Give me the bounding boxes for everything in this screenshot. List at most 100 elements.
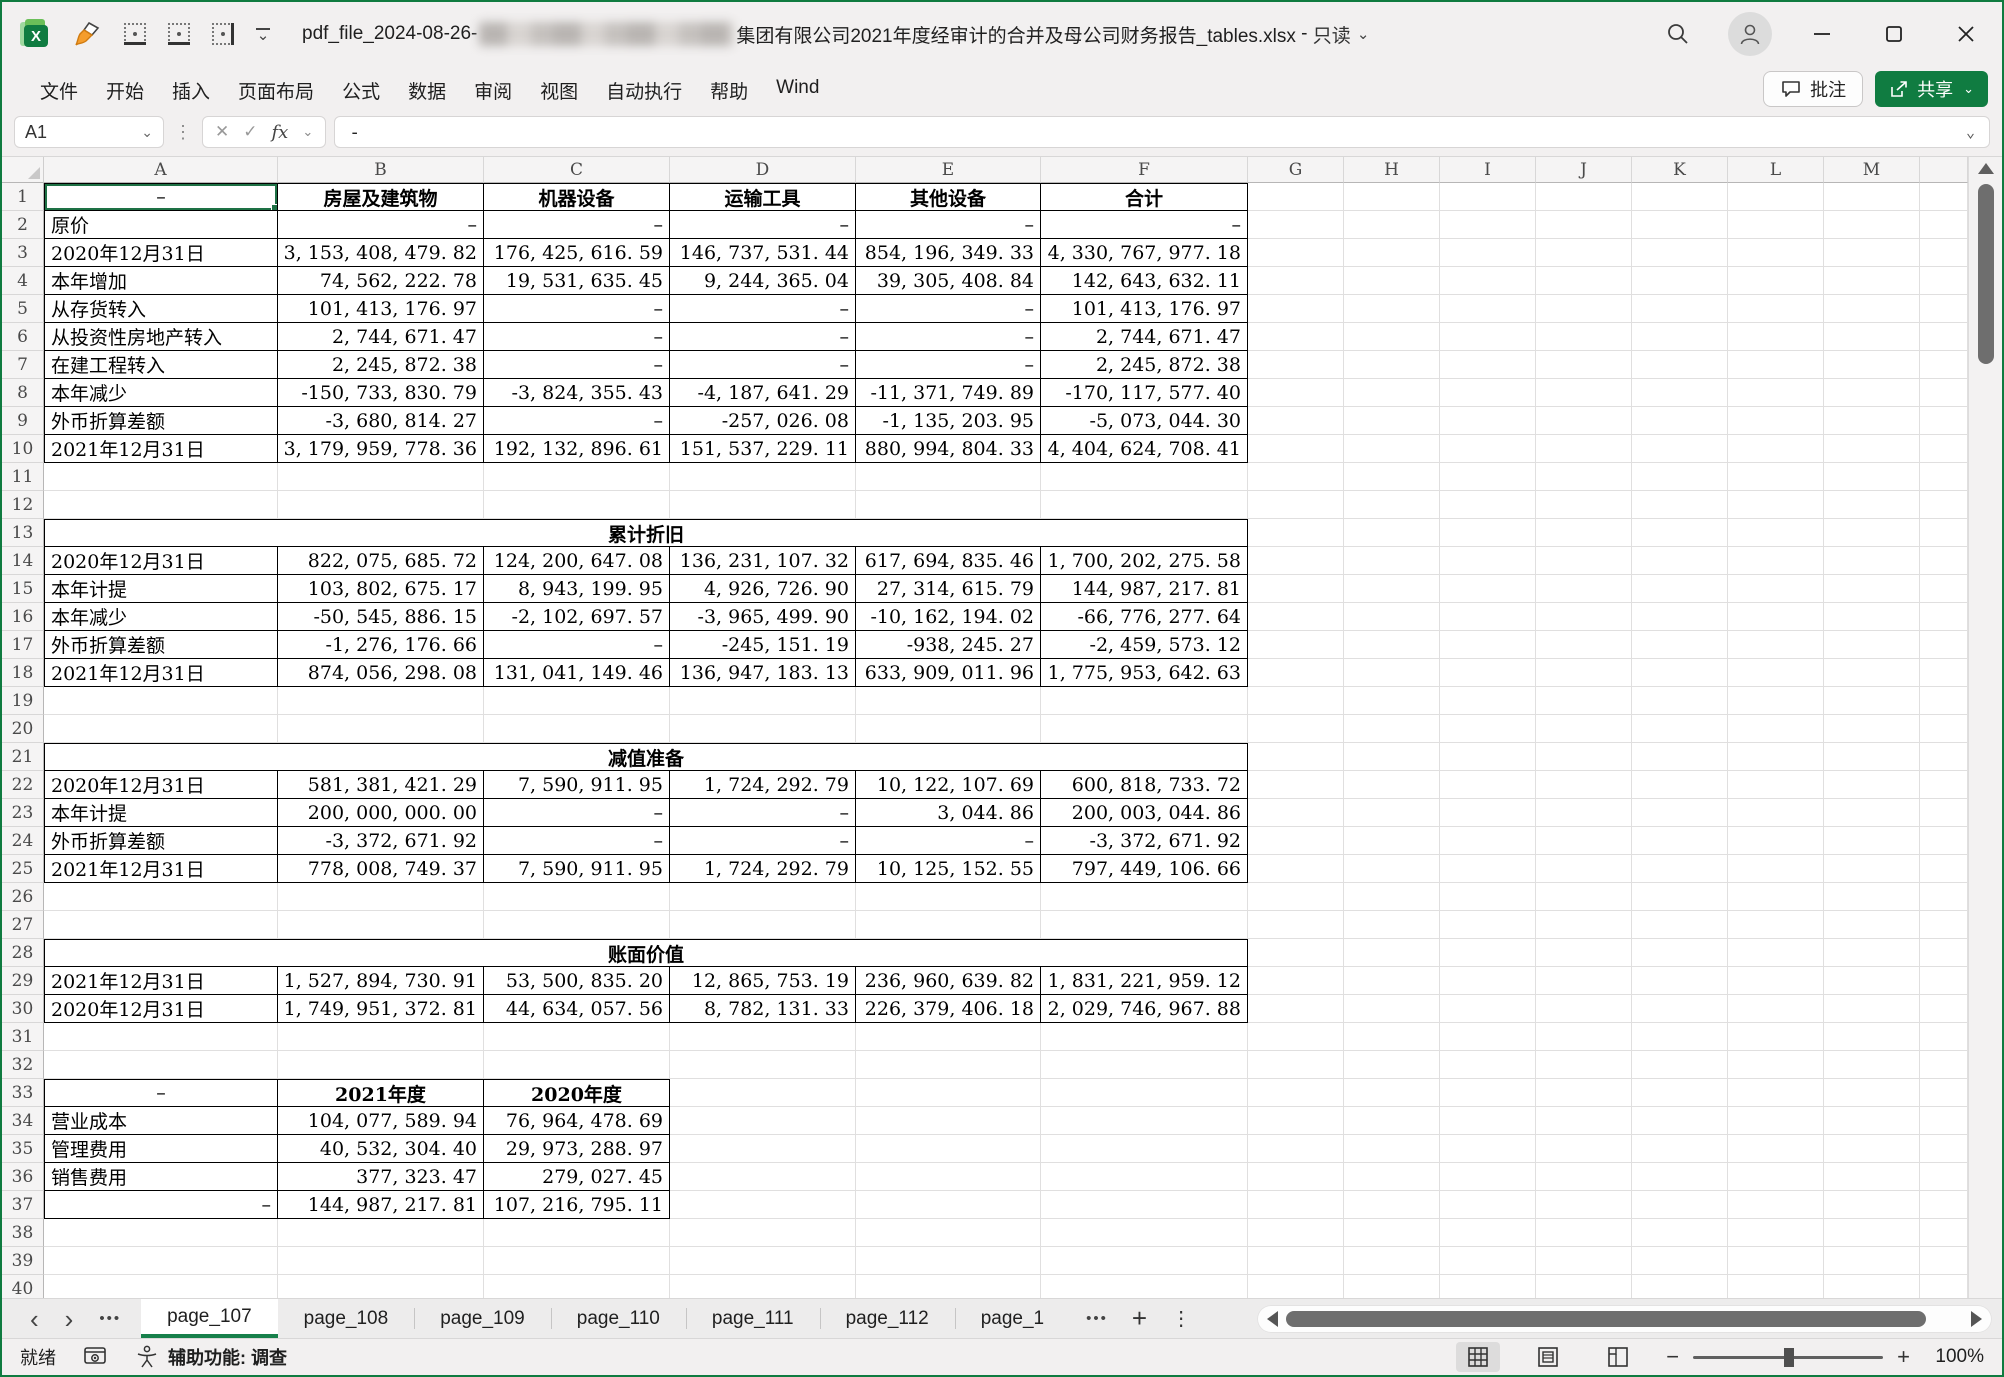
row-header-25[interactable]: 25 [2,855,44,883]
cell-L18[interactable] [1728,659,1824,687]
cell-G8[interactable] [1248,379,1344,407]
cell-K20[interactable] [1632,715,1728,743]
cell-K32[interactable] [1632,1051,1728,1079]
cell-L27[interactable] [1728,911,1824,939]
cell-L8[interactable] [1728,379,1824,407]
row-header-37[interactable]: 37 [2,1191,44,1219]
function-chevron-icon[interactable]: ⌄ [302,124,313,140]
cell-G32[interactable] [1248,1051,1344,1079]
cell-J24[interactable] [1536,827,1632,855]
cell-M26[interactable] [1824,883,1920,911]
cell-F31[interactable] [1041,1023,1248,1051]
cell-B10[interactable]: 3, 179, 959, 778. 36 [278,435,484,463]
cell-M8[interactable] [1824,379,1920,407]
cell-A26[interactable] [44,883,278,911]
cell-D30[interactable]: 8, 782, 131. 33 [670,995,856,1023]
cell-M14[interactable] [1824,547,1920,575]
cell-M12[interactable] [1824,491,1920,519]
cell-L3[interactable] [1728,239,1824,267]
tab-page_108[interactable]: page_108 [278,1299,415,1338]
cell-B17[interactable]: -1, 276, 176. 66 [278,631,484,659]
cell-D37[interactable] [670,1191,856,1219]
cell-F2[interactable]: – [1041,211,1248,239]
cell-H24[interactable] [1344,827,1440,855]
cell-H5[interactable] [1344,295,1440,323]
cell-E17[interactable]: -938, 245. 27 [856,631,1041,659]
share-button[interactable]: 共享 ⌄ [1875,71,1988,107]
cell-M25[interactable] [1824,855,1920,883]
row-header-1[interactable]: 1 [2,183,44,211]
cell-L21[interactable] [1728,743,1824,771]
cell-C9[interactable]: – [484,407,670,435]
cell-D14[interactable]: 136, 231, 107. 32 [670,547,856,575]
row-header-11[interactable]: 11 [2,463,44,491]
cell-J21[interactable] [1536,743,1632,771]
cell-A8[interactable]: 本年减少 [44,379,278,407]
minimize-button[interactable] [1786,6,1858,62]
cell-G35[interactable] [1248,1135,1344,1163]
cell-L5[interactable] [1728,295,1824,323]
menu-item-自动执行[interactable]: 自动执行 [592,71,696,110]
cell-M38[interactable] [1824,1219,1920,1247]
row-header-4[interactable]: 4 [2,267,44,295]
cell-K24[interactable] [1632,827,1728,855]
cell-F19[interactable] [1041,687,1248,715]
cell-G12[interactable] [1248,491,1344,519]
cell-G4[interactable] [1248,267,1344,295]
cell-B8[interactable]: -150, 733, 830. 79 [278,379,484,407]
cell-B23[interactable]: 200, 000, 000. 00 [278,799,484,827]
cell-D8[interactable]: -4, 187, 641. 29 [670,379,856,407]
cell-M7[interactable] [1824,351,1920,379]
cell-J22[interactable] [1536,771,1632,799]
column-header-A[interactable]: A [44,157,278,183]
cell-J20[interactable] [1536,715,1632,743]
cell-L38[interactable] [1728,1219,1824,1247]
cell-J19[interactable] [1536,687,1632,715]
cell-F20[interactable] [1041,715,1248,743]
cell-F27[interactable] [1041,911,1248,939]
cell-G23[interactable] [1248,799,1344,827]
row-header-24[interactable]: 24 [2,827,44,855]
cell-J18[interactable] [1536,659,1632,687]
cell-E5[interactable]: – [856,295,1041,323]
cell-D20[interactable] [670,715,856,743]
cell-G24[interactable] [1248,827,1344,855]
cell-H6[interactable] [1344,323,1440,351]
cell-L10[interactable] [1728,435,1824,463]
cell-J40[interactable] [1536,1275,1632,1298]
cell-D1[interactable]: 运输工具 [670,183,856,211]
cell-F15[interactable]: 144, 987, 217. 81 [1041,575,1248,603]
cell-A36[interactable]: 销售费用 [44,1163,278,1191]
column-header-H[interactable]: H [1344,157,1440,183]
cell-H25[interactable] [1344,855,1440,883]
cell-B38[interactable] [278,1219,484,1247]
cell-B27[interactable] [278,911,484,939]
cell-J23[interactable] [1536,799,1632,827]
cell-I24[interactable] [1440,827,1536,855]
cell-I39[interactable] [1440,1247,1536,1275]
cell-B14[interactable]: 822, 075, 685. 72 [278,547,484,575]
cell-M34[interactable] [1824,1107,1920,1135]
cell-E33[interactable] [856,1079,1041,1107]
cell-J32[interactable] [1536,1051,1632,1079]
cell-J37[interactable] [1536,1191,1632,1219]
cell-E8[interactable]: -11, 371, 749. 89 [856,379,1041,407]
menu-item-公式[interactable]: 公式 [328,71,394,110]
cell-G39[interactable] [1248,1247,1344,1275]
cell-H20[interactable] [1344,715,1440,743]
tab-options-icon[interactable]: ⋮ [1171,1306,1191,1331]
customize-toolbar-chevron-icon[interactable]: ⌄ [256,28,270,41]
cell-L25[interactable] [1728,855,1824,883]
cell-F29[interactable]: 1, 831, 221, 959. 12 [1041,967,1248,995]
cell-H40[interactable] [1344,1275,1440,1298]
row-header-22[interactable]: 22 [2,771,44,799]
cell-H4[interactable] [1344,267,1440,295]
cell-C34[interactable]: 76, 964, 478. 69 [484,1107,670,1135]
cell-M36[interactable] [1824,1163,1920,1191]
cell-J8[interactable] [1536,379,1632,407]
cell-J35[interactable] [1536,1135,1632,1163]
cell-J17[interactable] [1536,631,1632,659]
cell-M35[interactable] [1824,1135,1920,1163]
cell-A6[interactable]: 从投资性房地产转入 [44,323,278,351]
cell-I4[interactable] [1440,267,1536,295]
